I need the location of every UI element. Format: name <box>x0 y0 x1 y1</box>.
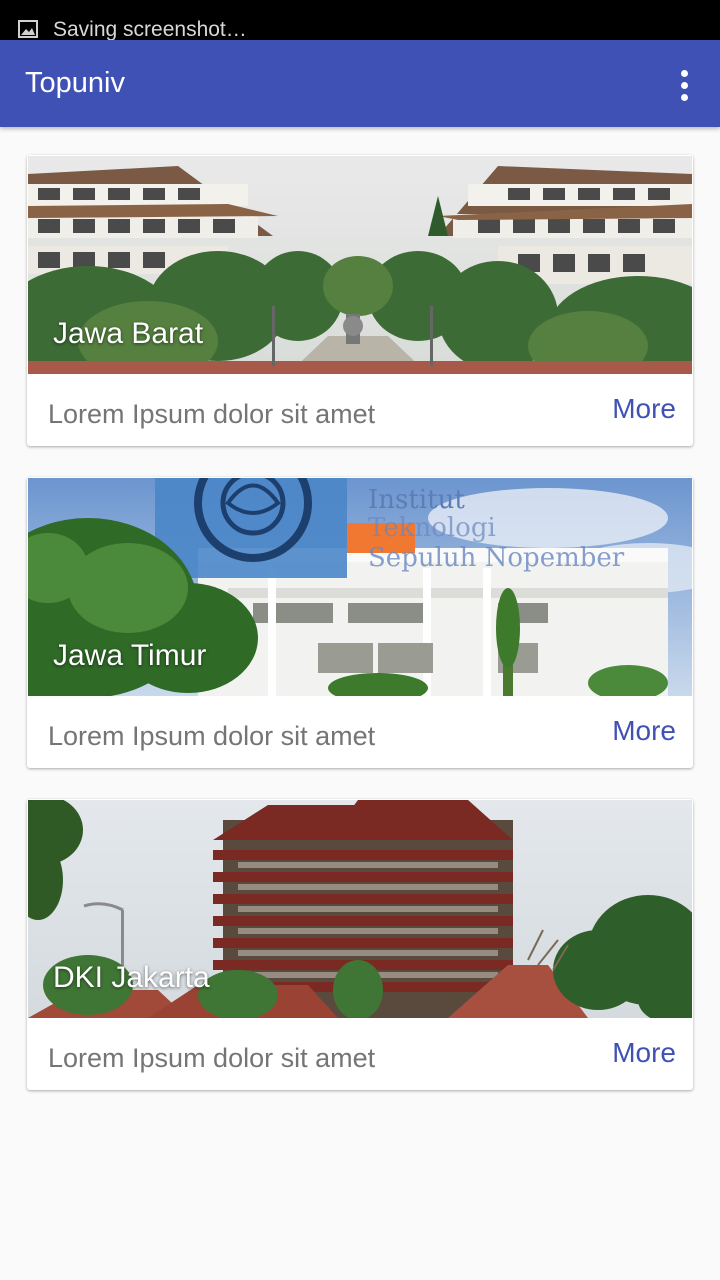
more-button[interactable]: More <box>612 1037 676 1069</box>
photo-overlay-line1: Institut <box>368 485 465 515</box>
university-card[interactable]: Jawa Barat Lorem Ipsum dolor sit amet Mo… <box>27 155 693 446</box>
image-icon <box>18 20 38 38</box>
photo-overlay-line3: Sepuluh Nopember <box>368 543 625 573</box>
more-options-button[interactable] <box>664 64 706 106</box>
card-description: Lorem Ipsum dolor sit amet <box>48 399 376 429</box>
app-title: Topuniv <box>25 67 125 99</box>
status-bar: Saving screenshot… <box>0 0 720 41</box>
photo-overlay-line2: Teknologi <box>368 513 496 543</box>
card-title: Jawa Timur <box>53 639 207 672</box>
card-title: DKI Jakarta <box>53 961 210 994</box>
app-bar: Topuniv <box>0 40 720 127</box>
more-button[interactable]: More <box>612 393 676 425</box>
more-button[interactable]: More <box>612 715 676 747</box>
card-description: Lorem Ipsum dolor sit amet <box>48 1043 376 1073</box>
card-title: Jawa Barat <box>53 317 204 350</box>
university-card[interactable]: DKI Jakarta Lorem Ipsum dolor sit amet M… <box>27 799 693 1090</box>
university-card[interactable]: Institut Teknologi Sepuluh Nopember Jawa… <box>27 477 693 768</box>
card-description: Lorem Ipsum dolor sit amet <box>48 721 376 751</box>
